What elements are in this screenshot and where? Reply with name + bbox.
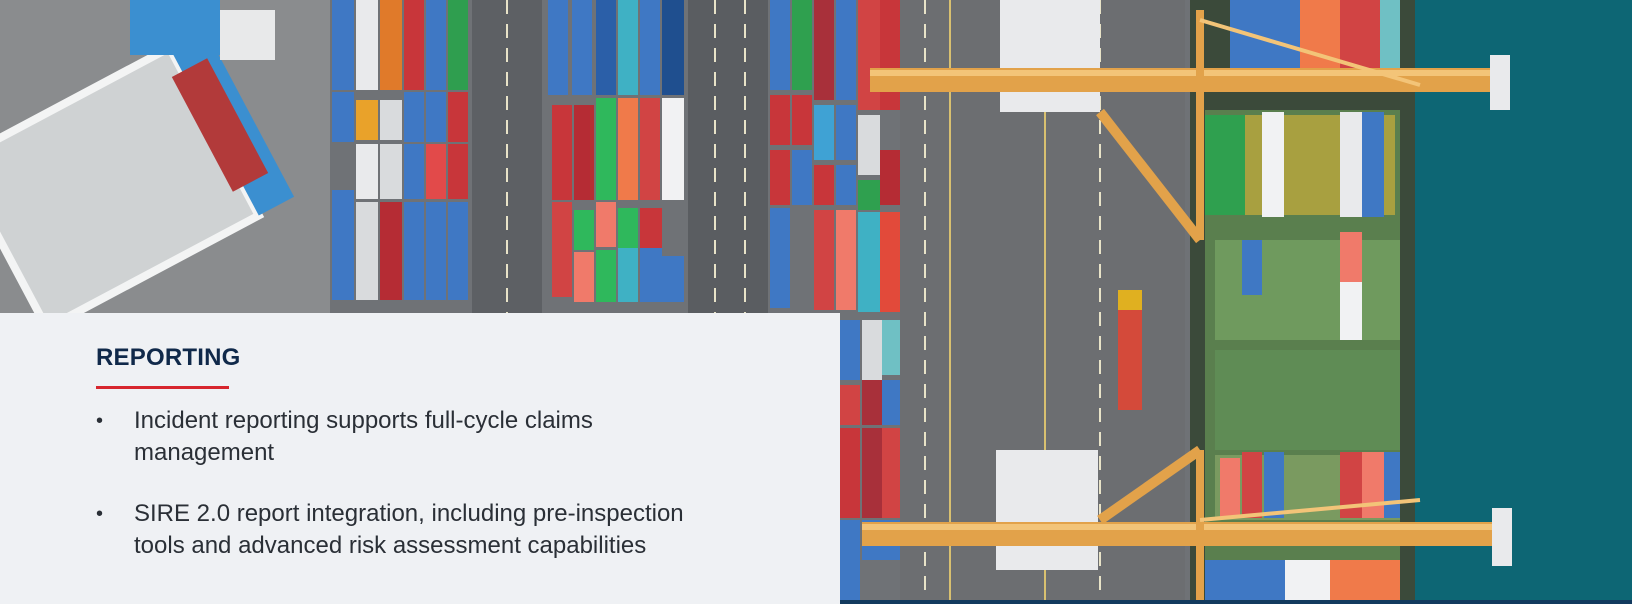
feature-bullet-list: • Incident reporting supports full-cycle… — [96, 405, 696, 591]
bottom-accent-bar — [840, 600, 1632, 604]
bullet-dot-icon: • — [96, 410, 104, 432]
bullet-item: • Incident reporting supports full-cycle… — [96, 405, 696, 469]
bullet-dot-icon: • — [96, 503, 104, 525]
bullet-text: SIRE 2.0 report integration, including p… — [134, 500, 684, 559]
bullet-text: Incident reporting supports full-cycle c… — [134, 407, 593, 466]
section-heading: REPORTING — [96, 344, 241, 371]
heading-accent-rule — [96, 386, 229, 389]
bullet-item: • SIRE 2.0 report integration, including… — [96, 498, 696, 562]
